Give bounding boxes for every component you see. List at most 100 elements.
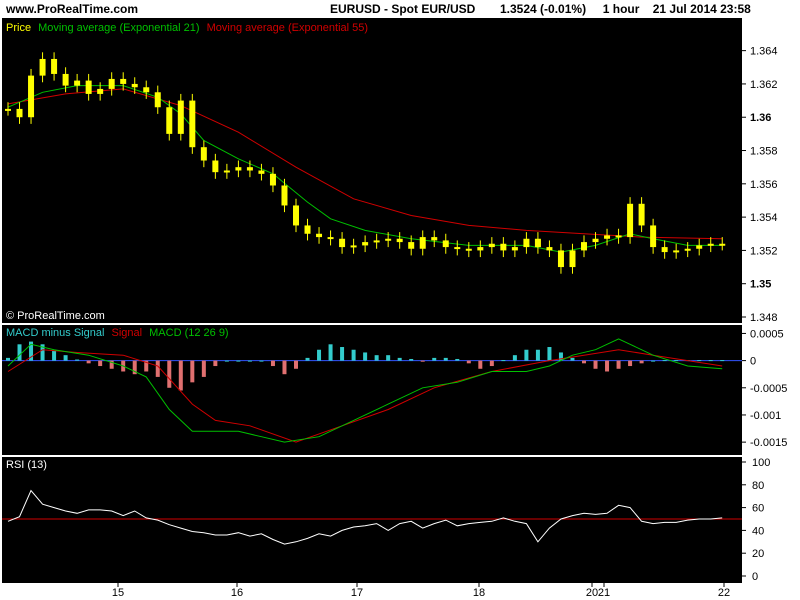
- legend-macd: MACD (12 26 9): [149, 327, 228, 339]
- candle-body: [235, 167, 242, 171]
- candle-body: [373, 240, 380, 243]
- macd-histogram-bar: [639, 360, 644, 364]
- price-annotation: 16: [408, 264, 426, 281]
- candle-body: [419, 237, 426, 249]
- candle-body: [534, 238, 541, 248]
- candle-body: [408, 242, 415, 249]
- candle-body: [108, 78, 115, 89]
- price-y-label: 1.35: [750, 279, 771, 291]
- legend-ema21: Moving average (Exponential 21): [38, 22, 199, 34]
- candle-body: [339, 238, 346, 248]
- x-label: 18: [473, 587, 485, 599]
- macd-histogram-bar: [535, 349, 540, 361]
- price-annotation: 549: [611, 179, 638, 196]
- candle-body: [581, 242, 587, 251]
- price-annotation: 40: [385, 196, 403, 213]
- price-annotation: 1.3491: [513, 307, 562, 324]
- candle-body: [615, 235, 622, 238]
- price-annotation: 36: [500, 201, 518, 218]
- price-y-label: 1.354: [750, 212, 778, 224]
- macd-histogram-bar: [674, 360, 679, 362]
- macd-histogram-bar: [259, 360, 264, 362]
- chart-canvas: 640980987 8162214020 16365121.349154913 1.…: [2, 18, 787, 599]
- candle-body: [696, 245, 703, 249]
- rsi-y-label: 20: [752, 548, 764, 560]
- watermark: © ProRealTime.com: [6, 310, 105, 322]
- macd-histogram-bar: [178, 360, 183, 391]
- macd-y-label: 0: [750, 356, 756, 368]
- candle-body: [189, 100, 196, 148]
- macd-histogram-bar: [17, 344, 22, 361]
- candle-body: [557, 250, 564, 268]
- candle-body: [638, 203, 645, 226]
- candle-body: [661, 247, 668, 253]
- candle-body: [477, 247, 484, 251]
- price-y-label: 1.36: [750, 112, 771, 124]
- macd-histogram-bar: [236, 360, 241, 362]
- candle-body: [523, 238, 530, 248]
- candle-body: [177, 100, 184, 134]
- macd-histogram-bar: [593, 360, 598, 369]
- price-annotation: 512: [455, 271, 482, 288]
- macd-histogram-bar: [466, 360, 471, 364]
- candle-body: [51, 58, 58, 74]
- legend-ema55: Moving average (Exponential 55): [207, 22, 368, 34]
- macd-histogram-bar: [201, 360, 206, 377]
- macd-histogram-bar: [478, 360, 483, 369]
- macd-histogram-bar: [582, 360, 586, 364]
- candle-body: [5, 108, 11, 111]
- candle-body: [246, 167, 253, 171]
- macd-histogram-bar: [270, 360, 275, 367]
- candle-body: [39, 58, 46, 76]
- price-panel: [2, 18, 742, 323]
- macd-histogram-bar: [547, 347, 552, 361]
- candle-body: [74, 80, 81, 86]
- candle-body: [511, 247, 518, 251]
- candle-body: [350, 245, 357, 248]
- macd-histogram-bar: [512, 355, 517, 361]
- candle-body: [316, 233, 323, 238]
- candle-body: [546, 247, 553, 251]
- macd-histogram-bar: [570, 357, 575, 361]
- macd-histogram-bar: [605, 360, 610, 372]
- candle-body: [97, 88, 104, 94]
- macd-histogram-bar: [351, 349, 356, 361]
- macd-histogram-bar: [305, 357, 310, 361]
- macd-histogram-bar: [294, 360, 298, 369]
- price-annotation: 98: [11, 124, 29, 141]
- candle-body: [269, 173, 276, 186]
- candle-body: [258, 170, 265, 174]
- price-annotation: 87: [155, 149, 173, 166]
- rsi-y-label: 0: [752, 571, 758, 583]
- macd-histogram-bar: [75, 359, 80, 361]
- macd-histogram-bar: [662, 360, 667, 362]
- x-label: 17: [351, 587, 363, 599]
- price-annotation: 20: [368, 259, 386, 276]
- price-y-label: 1.348: [750, 312, 778, 324]
- candle-body: [327, 237, 334, 240]
- candle-body: [85, 80, 92, 94]
- macd-y-label: -0.0015: [750, 437, 787, 449]
- candle-body: [62, 73, 69, 86]
- macd-histogram-bar: [282, 360, 287, 375]
- macd-histogram-bar: [628, 360, 633, 367]
- macd-histogram-bar: [455, 358, 460, 361]
- candle-body: [684, 248, 691, 251]
- candle-body: [166, 107, 173, 134]
- macd-histogram-bar: [501, 360, 506, 362]
- macd-histogram-bar: [224, 360, 229, 362]
- macd-histogram-bar: [167, 360, 172, 388]
- macd-histogram-bar: [697, 360, 702, 362]
- candle-body: [707, 243, 714, 246]
- candle-body: [442, 240, 449, 248]
- macd-histogram-bar: [489, 360, 494, 367]
- macd-histogram-bar: [409, 358, 414, 361]
- macd-histogram-bar: [86, 360, 91, 364]
- macd-histogram-bar: [317, 349, 322, 361]
- candle-body: [281, 185, 288, 206]
- macd-histogram-bar: [420, 360, 425, 362]
- x-label: 15: [112, 587, 124, 599]
- candle-body: [488, 243, 495, 248]
- candle-body: [28, 75, 35, 118]
- price-y-label: 1.356: [750, 179, 778, 191]
